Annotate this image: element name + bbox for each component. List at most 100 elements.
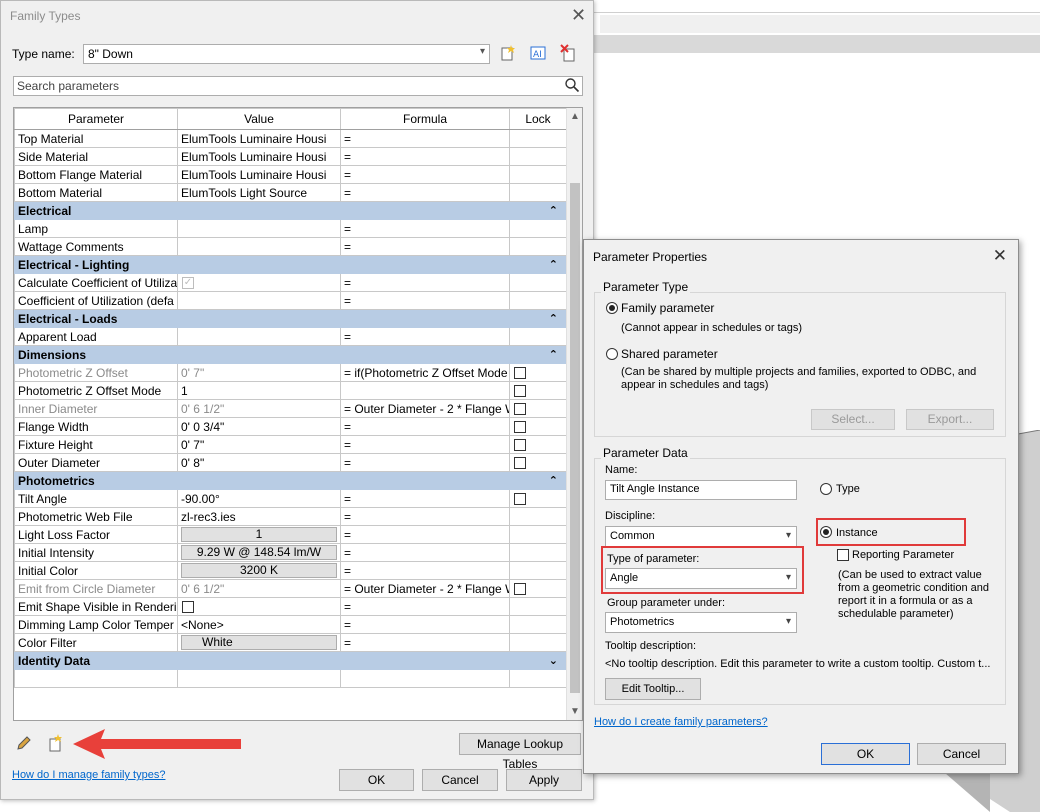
type-radio[interactable] [820, 483, 832, 495]
collapse-icon[interactable]: ⌃ [549, 312, 558, 325]
parameter-name-cell[interactable]: Dimming Lamp Color Temper [14, 615, 178, 634]
value-cell[interactable]: 0' 7" [177, 363, 341, 382]
search-icon[interactable] [564, 77, 580, 93]
column-header-lock[interactable]: Lock [509, 108, 567, 130]
parameter-name-cell[interactable]: Photometric Z Offset [14, 363, 178, 382]
formula-cell[interactable]: = [340, 147, 510, 166]
table-row[interactable]: Fixture Height 0' 7" = [14, 435, 567, 454]
table-row[interactable]: Light Loss Factor 1 = [14, 525, 567, 544]
group-header[interactable]: Dimensions ⌃ [14, 345, 567, 364]
value-cell[interactable]: 9.29 W @ 148.54 lm/W [177, 543, 341, 562]
parameter-name-cell[interactable]: Light Loss Factor [14, 525, 178, 544]
formula-cell[interactable]: = [340, 219, 510, 238]
scroll-down-icon[interactable]: ▼ [570, 706, 580, 717]
value-button[interactable]: 9.29 W @ 148.54 lm/W [181, 545, 337, 560]
formula-cell[interactable]: = [340, 165, 510, 184]
lock-checkbox[interactable] [514, 493, 526, 506]
parameter-name-cell[interactable]: Photometric Z Offset Mode [14, 381, 178, 400]
value-cell[interactable] [177, 291, 341, 310]
value-button[interactable]: White [181, 635, 337, 650]
value-cell[interactable]: ElumTools Luminaire Housi [177, 165, 341, 184]
value-cell[interactable]: 0' 6 1/2" [177, 579, 341, 598]
table-row[interactable]: Emit Shape Visible in Renderin = [14, 597, 567, 616]
value-cell[interactable] [177, 327, 341, 346]
reporting-parameter-checkbox[interactable] [837, 549, 849, 561]
formula-cell[interactable]: = Outer Diameter - 2 * Flange W [340, 579, 510, 598]
instance-radio[interactable] [820, 526, 832, 538]
lock-checkbox[interactable] [514, 421, 526, 434]
parameter-name-cell[interactable]: Flange Width [14, 417, 178, 436]
table-row[interactable]: Photometric Z Offset 0' 7" = if(Photometri… [14, 363, 567, 382]
parameter-name-cell[interactable]: Bottom Flange Material [14, 165, 178, 184]
family-parameter-radio[interactable] [606, 302, 618, 314]
new-parameter-icon[interactable] [47, 734, 65, 757]
value-cell[interactable] [177, 597, 341, 616]
value-cell[interactable]: 0' 6 1/2" [177, 399, 341, 418]
lock-checkbox[interactable] [514, 385, 526, 398]
table-row[interactable]: Wattage Comments = [14, 237, 567, 256]
formula-cell[interactable]: = [340, 561, 510, 580]
type-of-parameter-select[interactable]: Angle ▾ [605, 568, 797, 589]
formula-cell[interactable]: = [340, 525, 510, 544]
group-header[interactable]: Electrical - Loads ⌃ [14, 309, 567, 328]
group-header-row[interactable]: Electrical - Lighting ⌃ [14, 255, 567, 274]
table-row[interactable]: Photometric Z Offset Mode 1 [14, 381, 567, 400]
parameter-name-cell[interactable]: Inner Diameter [14, 399, 178, 418]
table-row[interactable]: Lamp = [14, 219, 567, 238]
group-header-row[interactable]: Electrical ⌃ [14, 201, 567, 220]
table-row[interactable]: Emit from Circle Diameter 0' 6 1/2" = Oute… [14, 579, 567, 598]
ok-button[interactable]: OK [339, 769, 414, 791]
parameter-name-cell[interactable]: Photometric Web File [14, 507, 178, 526]
formula-cell[interactable]: = [340, 273, 510, 292]
search-input[interactable]: Search parameters [13, 76, 583, 96]
group-header-row[interactable]: Dimensions ⌃ [14, 345, 567, 364]
formula-cell[interactable]: = [340, 453, 510, 472]
lock-checkbox[interactable] [514, 403, 526, 416]
value-button[interactable]: 1 [181, 527, 337, 542]
table-row[interactable]: Bottom Material ElumTools Light Source = [14, 183, 567, 202]
group-header[interactable]: Identity Data ⌄ [14, 651, 567, 670]
new-type-icon[interactable] [498, 44, 518, 64]
table-row[interactable]: Apparent Load = [14, 327, 567, 346]
column-header-value[interactable]: Value [177, 108, 341, 130]
group-header[interactable]: Electrical ⌃ [14, 201, 567, 220]
value-cell[interactable]: ElumTools Luminaire Housi [177, 129, 341, 148]
table-row[interactable]: Inner Diameter 0' 6 1/2" = Outer Diameter … [14, 399, 567, 418]
parameter-name-cell[interactable]: Fixture Height [14, 435, 178, 454]
table-row[interactable]: Initial Intensity 9.29 W @ 148.54 lm/W = [14, 543, 567, 562]
parameter-name-cell[interactable]: Coefficient of Utilization (defa [14, 291, 178, 310]
pencil-icon[interactable] [15, 734, 33, 757]
formula-cell[interactable]: = if(Photometric Z Offset Mode [340, 363, 510, 382]
parameter-name-cell[interactable]: Initial Color [14, 561, 178, 580]
lock-checkbox[interactable] [514, 583, 526, 596]
close-icon[interactable]: ✕ [571, 5, 586, 26]
expand-icon[interactable]: ⌄ [549, 654, 558, 667]
value-cell[interactable]: 0' 7" [177, 435, 341, 454]
table-row[interactable]: Bottom Flange Material ElumTools Luminair… [14, 165, 567, 184]
table-row[interactable]: Tilt Angle -90.00° = [14, 489, 567, 508]
table-row[interactable]: Side Material ElumTools Luminaire Housi = [14, 147, 567, 166]
value-cell[interactable]: 1 [177, 525, 341, 544]
column-header-parameter[interactable]: Parameter [14, 108, 178, 130]
shared-parameter-radio[interactable] [606, 348, 618, 360]
formula-cell[interactable]: = [340, 129, 510, 148]
value-cell[interactable] [177, 219, 341, 238]
table-row[interactable]: Coefficient of Utilization (defa = [14, 291, 567, 310]
help-link-family-types[interactable]: How do I manage family types? [12, 769, 165, 781]
table-row[interactable]: Photometric Web File zl-rec3.ies = [14, 507, 567, 526]
column-header-formula[interactable]: Formula [340, 108, 510, 130]
parameter-name-cell[interactable]: Emit Shape Visible in Renderin [14, 597, 178, 616]
formula-cell[interactable]: = [340, 543, 510, 562]
parameter-name-cell[interactable]: Wattage Comments [14, 237, 178, 256]
rename-type-icon[interactable]: AI [528, 44, 548, 64]
parameter-name-cell[interactable]: Initial Intensity [14, 543, 178, 562]
formula-cell[interactable]: = [340, 327, 510, 346]
parameter-name-cell[interactable]: Outer Diameter [14, 453, 178, 472]
formula-cell[interactable]: = [340, 615, 510, 634]
value-cell[interactable]: 3200 K [177, 561, 341, 580]
formula-cell[interactable]: = [340, 435, 510, 454]
parameter-name-cell[interactable]: Side Material [14, 147, 178, 166]
value-cell[interactable]: <None> [177, 615, 341, 634]
parameter-name-cell[interactable]: Emit from Circle Diameter [14, 579, 178, 598]
table-row[interactable]: Color Filter White = [14, 633, 567, 652]
